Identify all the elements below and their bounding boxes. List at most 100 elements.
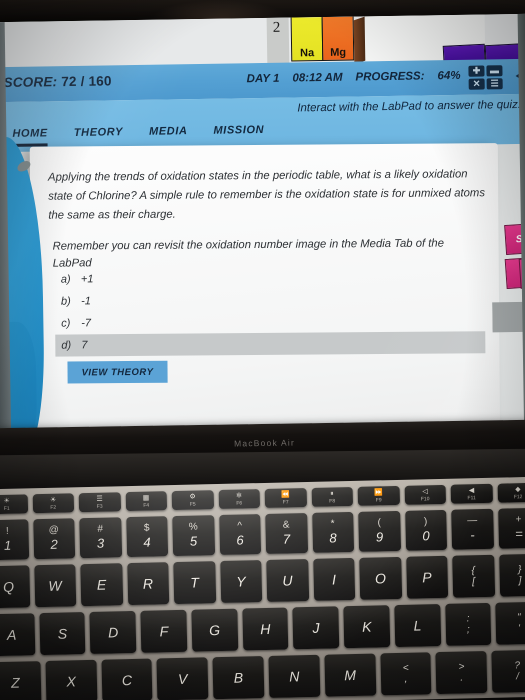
key-quote[interactable]: " ' [495, 601, 525, 645]
key-v[interactable]: V [156, 657, 209, 700]
element-tile-mg[interactable]: Mg [321, 14, 355, 62]
keyboard-number-row[interactable]: ! 1 @2 #3 $4 % 5 ^ 6 & 7 * 8 (9 ) 0 — - + = [0, 507, 525, 561]
key-period[interactable]: >. [435, 650, 488, 695]
key-6-label: 6 [236, 532, 244, 548]
score-label: SCORE: [3, 74, 58, 91]
key-quote-label: ' [518, 623, 521, 635]
key-1-shift: ! [5, 525, 9, 537]
key-minus[interactable]: — - [451, 508, 494, 550]
tab-mission[interactable]: MISSION [213, 124, 264, 144]
key-u[interactable]: U [266, 559, 309, 602]
tab-home[interactable]: HOME [12, 127, 49, 147]
key-semicolon[interactable]: :; [444, 602, 492, 646]
key-f10[interactable]: ◁ F10 [404, 484, 447, 505]
key-f12[interactable]: ◆ F12 [497, 482, 525, 503]
plus-icon[interactable]: ✚ [468, 65, 485, 77]
key-w[interactable]: W [33, 564, 77, 608]
key-f1[interactable]: ☀ F1 [0, 494, 28, 515]
key-e[interactable]: E [80, 563, 123, 607]
key-6[interactable]: ^ 6 [218, 514, 262, 556]
list-icon[interactable]: ☰ [486, 78, 503, 90]
key-f7[interactable]: ⏪ F7 [264, 488, 307, 508]
key-f3[interactable]: ☰ F3 [78, 492, 121, 513]
key-f2[interactable]: ☀ F2 [32, 493, 75, 514]
quiz-option-d[interactable]: d) 7 [55, 331, 486, 357]
key-5[interactable]: % 5 [172, 515, 215, 557]
key-k[interactable]: K [343, 605, 391, 649]
key-9-label: 9 [375, 529, 384, 545]
tab-media[interactable]: MEDIA [149, 125, 188, 145]
key-o[interactable]: O [359, 556, 402, 600]
key-c[interactable]: C [101, 658, 153, 700]
key-f11[interactable]: ◀ F11 [450, 483, 493, 504]
laptop-keyboard[interactable]: ☀ F1 ☀ F2 ☰ F3 ▦ F4 ⚙ F5 ✲ F6 ⏪ F7 ⏸ F8 ⏩ F9 ◁ F10… [0, 476, 525, 700]
key-f6[interactable]: ✲ F6 [218, 489, 261, 510]
key-s[interactable]: S [39, 612, 86, 656]
minus-icon[interactable]: ▬ [486, 65, 503, 77]
key-i[interactable]: I [312, 557, 356, 601]
key-slash-label: / [516, 671, 520, 683]
key-comma[interactable]: <, [379, 652, 432, 696]
key-5-shift: % [188, 521, 198, 533]
key-d[interactable]: D [89, 610, 137, 654]
option-letter-c: c) [61, 317, 71, 330]
key-0-shift: ) [423, 516, 428, 528]
key-9[interactable]: (9 [358, 510, 401, 552]
score-display: SCORE: 72 / 160 [3, 73, 111, 90]
view-theory-button[interactable]: VIEW THEORY [67, 360, 168, 384]
key-0[interactable]: ) 0 [404, 509, 448, 551]
key-6-shift: ^ [237, 520, 243, 532]
key-3[interactable]: #3 [79, 517, 122, 559]
keyboard-row-qwerty[interactable]: Q W E R T Y U I O P {[ }] [0, 553, 525, 609]
key-period-shift: > [458, 661, 465, 673]
key-y[interactable]: Y [219, 560, 263, 603]
key-f12-label: F12 [513, 493, 523, 500]
fast-forward-icon: ⏩ [374, 488, 383, 496]
element-tile-na[interactable]: Na [290, 15, 324, 62]
key-n[interactable]: N [268, 654, 321, 698]
element-tile-shadow [353, 16, 366, 65]
key-equals[interactable]: + = [497, 507, 525, 549]
key-q[interactable]: Q [0, 565, 30, 609]
key-z[interactable]: Z [0, 661, 42, 700]
key-equals-label: = [515, 526, 523, 542]
key-j[interactable]: J [292, 606, 340, 650]
key-bracket-right-shift: } [517, 564, 522, 576]
key-b[interactable]: B [212, 656, 265, 700]
tab-theory[interactable]: THEORY [74, 126, 124, 146]
key-slash[interactable]: ? / [491, 649, 525, 693]
key-l[interactable]: L [394, 604, 441, 648]
key-r[interactable]: R [126, 562, 170, 606]
progress-label: PROGRESS: [355, 70, 425, 84]
keyboard-row-zxcv[interactable]: Z X C V B N M <, >. ? / [0, 649, 525, 700]
launchpad-icon: ▦ [142, 494, 150, 502]
key-4[interactable]: $4 [125, 516, 169, 558]
status-icon-grid[interactable]: ✚ ▬ ✕ ☰ [468, 65, 503, 90]
key-x[interactable]: X [45, 659, 98, 700]
key-1[interactable]: ! 1 [0, 519, 29, 561]
key-a[interactable]: A [0, 613, 36, 657]
key-7-label: 7 [282, 531, 291, 547]
key-f7-label: F7 [282, 498, 289, 506]
key-8[interactable]: * 8 [311, 511, 355, 553]
key-h[interactable]: H [242, 607, 289, 651]
status-right-group: DAY 1 08:12 AM PROGRESS: 64% [247, 70, 461, 85]
key-bracket-left[interactable]: {[ [452, 554, 495, 598]
key-m[interactable]: M [324, 653, 376, 697]
close-icon[interactable]: ✕ [468, 78, 485, 90]
key-f5[interactable]: ⚙ F5 [171, 490, 214, 511]
key-bracket-right[interactable]: }] [498, 553, 525, 597]
key-2[interactable]: @2 [32, 518, 76, 560]
keyboard-row-asdf[interactable]: A S D F G H J K L :; " ' [0, 601, 525, 657]
key-f4[interactable]: ▦ F4 [125, 491, 168, 512]
key-g[interactable]: G [191, 608, 238, 652]
mission-control-icon: ☰ [96, 495, 103, 503]
key-f8[interactable]: ⏸ F8 [311, 486, 354, 507]
key-t[interactable]: T [173, 561, 216, 605]
key-p[interactable]: P [405, 555, 449, 599]
key-f6-label: F6 [236, 499, 243, 507]
key-7[interactable]: & 7 [265, 513, 308, 554]
key-1-label: 1 [3, 537, 12, 553]
key-f9[interactable]: ⏩ F9 [357, 485, 400, 506]
key-f[interactable]: F [140, 609, 188, 653]
